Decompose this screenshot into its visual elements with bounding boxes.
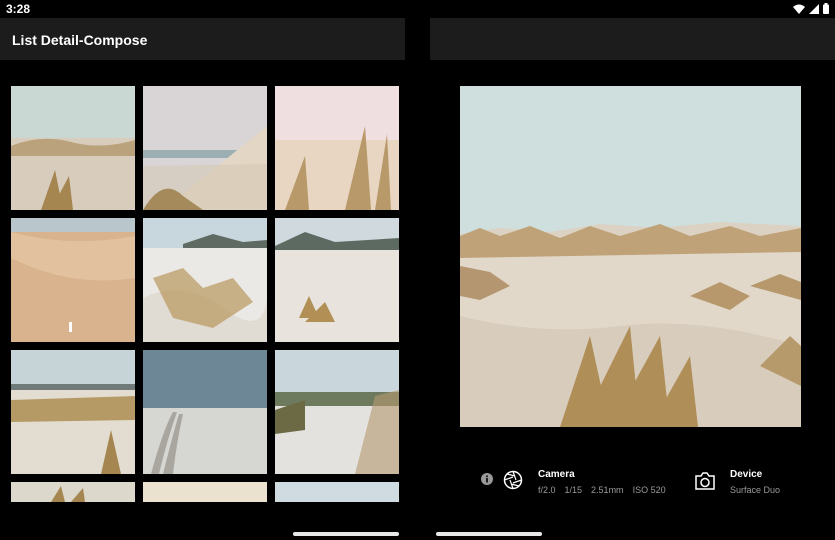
info-icon[interactable] [481, 472, 493, 490]
photo-dunes-11[interactable] [143, 482, 267, 502]
camera-focal-length: 2.51mm [591, 485, 624, 495]
app-title: List Detail-Compose [12, 32, 148, 48]
status-time: 3:28 [6, 2, 31, 16]
device-hinge [405, 0, 430, 540]
wifi-icon [793, 4, 805, 14]
camera-iso: ISO 520 [632, 485, 666, 495]
photo-dunes-10[interactable] [11, 482, 135, 502]
device-label: Device [730, 469, 763, 480]
camera-aperture: f/2.0 [538, 485, 556, 495]
camera-icon [695, 472, 715, 495]
right-gesture-bar[interactable] [436, 532, 542, 536]
photo-dunes-5[interactable] [143, 218, 267, 342]
photo-dunes-1[interactable] [11, 86, 135, 210]
photo-dunes-12[interactable] [275, 482, 399, 502]
photo-dunes-9[interactable] [275, 350, 399, 474]
aperture-icon [503, 470, 523, 495]
photo-dunes-8[interactable] [143, 350, 267, 474]
detail-app-bar [430, 18, 835, 60]
battery-icon [823, 3, 829, 14]
detail-photo [460, 86, 801, 427]
photo-dunes-2[interactable] [143, 86, 267, 210]
camera-specs: f/2.0 1/15 2.51mm ISO 520 [538, 485, 666, 495]
photo-dunes-6[interactable] [275, 218, 399, 342]
device-model: Surface Duo [730, 485, 781, 495]
photo-dunes-4[interactable] [11, 218, 135, 342]
camera-label: Camera [538, 469, 575, 480]
status-icons [793, 3, 829, 14]
signal-icon [809, 3, 819, 14]
photo-dunes-7[interactable] [11, 350, 135, 474]
camera-shutter: 1/15 [564, 485, 583, 495]
left-gesture-bar[interactable] [293, 532, 399, 536]
photo-dunes-3[interactable] [275, 86, 399, 210]
